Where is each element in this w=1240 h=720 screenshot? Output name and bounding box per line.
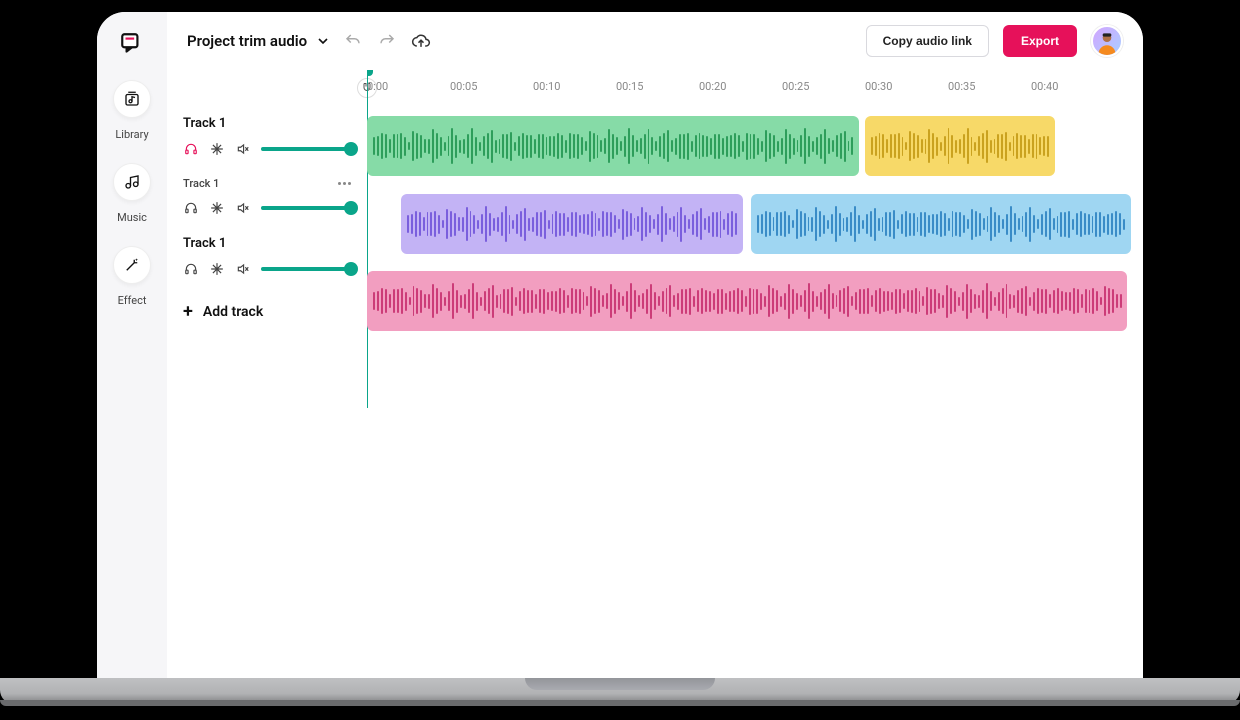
export-button[interactable]: Export <box>1003 25 1077 57</box>
track-name[interactable]: Track 1 <box>183 116 226 131</box>
timeline[interactable]: 0:00 00:05 00:10 00:15 00:20 00:25 00:30 00:35 0… <box>367 70 1143 680</box>
slider-knob[interactable] <box>344 201 358 215</box>
volume-slider[interactable] <box>261 206 351 210</box>
mute-icon[interactable] <box>235 261 251 277</box>
mute-icon[interactable] <box>235 200 251 216</box>
waveform <box>373 271 1121 331</box>
snowflake-icon[interactable] <box>209 141 225 157</box>
clip-lanes[interactable] <box>367 116 1143 680</box>
project-selector[interactable]: Project trim audio <box>187 32 329 50</box>
undo-icon <box>344 32 362 50</box>
track-controls: Track 1 <box>183 116 351 157</box>
audio-clip[interactable] <box>401 194 743 254</box>
sidebar-rail: Library Music Effect <box>97 12 167 680</box>
ruler-tick: 00:10 <box>533 80 560 93</box>
ruler-tick: 00:25 <box>782 80 809 93</box>
waveform <box>871 116 1049 176</box>
sidebar-item-music[interactable] <box>113 163 151 201</box>
headphones-icon[interactable] <box>183 200 199 216</box>
audio-clip[interactable] <box>367 116 859 176</box>
audio-clip[interactable] <box>751 194 1131 254</box>
sidebar-label-effect: Effect <box>118 294 147 307</box>
avatar-person-icon <box>1094 29 1120 55</box>
user-avatar[interactable] <box>1091 25 1123 57</box>
redo-button[interactable] <box>377 31 397 51</box>
timeline-editor: Track 1 Track 1 <box>167 70 1143 680</box>
cloud-upload-button[interactable] <box>411 31 431 51</box>
chevron-down-icon <box>317 35 329 47</box>
ruler-tick: 00:05 <box>450 80 477 93</box>
audio-clip[interactable] <box>865 116 1055 176</box>
waveform <box>757 194 1125 254</box>
headphones-icon[interactable] <box>183 141 199 157</box>
laptop-notch <box>525 678 715 690</box>
snowflake-icon[interactable] <box>209 261 225 277</box>
ruler-tick: 00:30 <box>865 80 892 93</box>
waveform <box>407 194 737 254</box>
track-name[interactable]: Track 1 <box>183 177 219 190</box>
sidebar-label-library: Library <box>115 128 148 141</box>
ruler-tick: 00:15 <box>616 80 643 93</box>
snowflake-icon[interactable] <box>209 200 225 216</box>
track-controls: Track 1 <box>183 177 351 216</box>
waveform <box>373 116 853 176</box>
top-bar: Project trim audio Copy <box>167 12 1143 70</box>
cloud-upload-icon <box>411 31 431 51</box>
volume-slider[interactable] <box>261 267 351 271</box>
track-controls: Track 1 <box>183 236 351 277</box>
ruler-tick: 00:40 <box>1031 80 1058 93</box>
wand-icon <box>123 256 141 274</box>
laptop-frame: Library Music Effect <box>0 0 1240 720</box>
mute-icon[interactable] <box>235 141 251 157</box>
sidebar-item-library[interactable] <box>113 80 151 118</box>
sidebar-label-music: Music <box>117 211 147 224</box>
copy-link-button[interactable]: Copy audio link <box>866 25 989 57</box>
ruler-tick: 0:00 <box>367 80 388 93</box>
sidebar-item-effect[interactable] <box>113 246 151 284</box>
undo-button[interactable] <box>343 31 363 51</box>
audio-clip[interactable] <box>367 271 1127 331</box>
more-icon[interactable] <box>338 182 351 185</box>
ruler-tick: 00:35 <box>948 80 975 93</box>
playhead-handle[interactable] <box>367 70 373 76</box>
headphones-icon[interactable] <box>183 261 199 277</box>
slider-knob[interactable] <box>344 142 358 156</box>
track-controls-column: Track 1 Track 1 <box>167 70 367 680</box>
add-track-button[interactable]: +Add track <box>183 303 351 321</box>
app-logo[interactable] <box>118 30 146 58</box>
project-title: Project trim audio <box>187 32 307 50</box>
ruler-tick: 00:20 <box>699 80 726 93</box>
library-icon <box>123 90 141 108</box>
track-name[interactable]: Track 1 <box>183 236 226 251</box>
music-icon <box>123 173 141 191</box>
redo-icon <box>378 32 396 50</box>
slider-knob[interactable] <box>344 262 358 276</box>
volume-slider[interactable] <box>261 147 351 151</box>
plus-icon: + <box>183 303 193 321</box>
time-ruler[interactable]: 0:00 00:05 00:10 00:15 00:20 00:25 00:30 00:35 0… <box>367 70 1143 108</box>
